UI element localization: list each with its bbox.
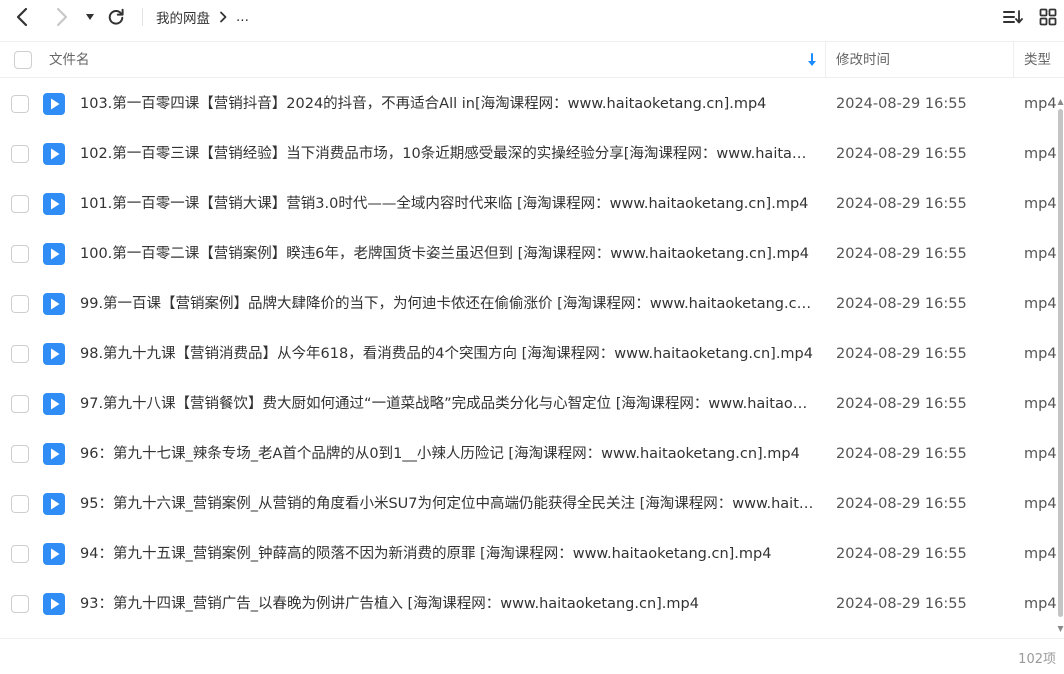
footer-divider xyxy=(0,638,1064,639)
file-row[interactable]: 98.第九十九课【营销消费品】从今年618，看消费品的4个突围方向 [海淘课程网… xyxy=(0,329,1058,379)
file-row[interactable]: 100.第一百零二课【营销案例】睽违6年，老牌国货卡姿兰虽迟但到 [海淘课程网：… xyxy=(0,229,1058,279)
file-type: mp4 xyxy=(1024,96,1057,112)
file-list: 103.第一百零四课【营销抖音】2024的抖音，不再适合All in[海淘课程网… xyxy=(0,79,1058,629)
file-type: mp4 xyxy=(1024,546,1057,562)
chevron-right-icon xyxy=(56,7,68,27)
file-name: 95：第九十六课_营销案例_从营销的角度看小米SU7为何定位中高端仍能获得全民关… xyxy=(80,496,815,512)
caret-down-icon xyxy=(86,14,94,20)
file-modified: 2024-08-29 16:55 xyxy=(836,346,967,362)
refresh-icon xyxy=(108,8,124,25)
file-modified: 2024-08-29 16:55 xyxy=(836,546,967,562)
file-type: mp4 xyxy=(1024,246,1057,262)
file-row[interactable]: 103.第一百零四课【营销抖音】2024的抖音，不再适合All in[海淘课程网… xyxy=(0,79,1058,129)
row-checkbox[interactable] xyxy=(11,495,29,513)
file-name: 97.第九十八课【营销餐饮】费大厨如何通过“一道菜战略”完成品类分化与心智定位 … xyxy=(80,396,815,412)
select-all-checkbox[interactable] xyxy=(14,51,32,69)
row-checkbox[interactable] xyxy=(11,195,29,213)
row-checkbox[interactable] xyxy=(11,295,29,313)
file-row[interactable]: 101.第一百零一课【营销大课】营销3.0时代——全域内容时代来临 [海淘课程网… xyxy=(0,179,1058,229)
chevron-left-icon xyxy=(16,7,28,27)
file-type: mp4 xyxy=(1024,196,1057,212)
file-row[interactable]: 102.第一百零三课【营销经验】当下消费品市场，10条近期感受最深的实操经验分享… xyxy=(0,129,1058,179)
column-header-modified[interactable]: 修改时间 xyxy=(836,42,890,78)
sort-list-icon xyxy=(1003,10,1023,24)
file-row[interactable]: 95：第九十六课_营销案例_从营销的角度看小米SU7为何定位中高端仍能获得全民关… xyxy=(0,479,1058,529)
breadcrumb: 我的网盘 ... xyxy=(156,0,249,34)
toolbar: 我的网盘 ... xyxy=(0,0,1064,34)
file-name: 98.第九十九课【营销消费品】从今年618，看消费品的4个突围方向 [海淘课程网… xyxy=(80,346,813,362)
file-modified: 2024-08-29 16:55 xyxy=(836,396,967,412)
file-modified: 2024-08-29 16:55 xyxy=(836,496,967,512)
file-name: 103.第一百零四课【营销抖音】2024的抖音，不再适合All in[海淘课程网… xyxy=(80,96,767,112)
vertical-scrollbar[interactable] xyxy=(1057,79,1064,639)
file-modified: 2024-08-29 16:55 xyxy=(836,196,967,212)
file-name: 94：第九十五课_营销案例_钟薛高的陨落不因为新消费的原罪 [海淘课程网：www… xyxy=(80,546,772,562)
file-type: mp4 xyxy=(1024,496,1057,512)
grid-view-icon xyxy=(1039,8,1057,26)
file-type: mp4 xyxy=(1024,446,1057,462)
file-modified: 2024-08-29 16:55 xyxy=(836,296,967,312)
scroll-down-arrow-icon[interactable] xyxy=(1057,625,1064,633)
sort-arrow-down-icon[interactable] xyxy=(805,52,819,68)
row-checkbox[interactable] xyxy=(11,245,29,263)
file-type: mp4 xyxy=(1024,296,1057,312)
file-name: 101.第一百零一课【营销大课】营销3.0时代——全域内容时代来临 [海淘课程网… xyxy=(80,196,809,212)
video-file-icon xyxy=(43,493,65,515)
toolbar-divider xyxy=(142,8,143,26)
file-name: 99.第一百课【营销案例】品牌大肆降价的当下，为何迪卡侬还在偷偷涨价 [海淘课程… xyxy=(80,296,815,312)
file-row[interactable]: 97.第九十八课【营销餐饮】费大厨如何通过“一道菜战略”完成品类分化与心智定位 … xyxy=(0,379,1058,429)
video-file-icon xyxy=(43,293,65,315)
row-checkbox[interactable] xyxy=(11,545,29,563)
file-row[interactable]: 99.第一百课【营销案例】品牌大肆降价的当下，为何迪卡侬还在偷偷涨价 [海淘课程… xyxy=(0,279,1058,329)
file-modified: 2024-08-29 16:55 xyxy=(836,446,967,462)
row-checkbox[interactable] xyxy=(11,145,29,163)
sort-button[interactable] xyxy=(1001,4,1025,30)
breadcrumb-root[interactable]: 我的网盘 xyxy=(156,7,210,27)
video-file-icon xyxy=(43,243,65,265)
file-row[interactable]: 96：第九十七课_辣条专场_老A首个品牌的从0到1__小辣人历险记 [海淘课程网… xyxy=(0,429,1058,479)
row-checkbox[interactable] xyxy=(11,445,29,463)
row-checkbox[interactable] xyxy=(11,395,29,413)
file-modified: 2024-08-29 16:55 xyxy=(836,246,967,262)
history-dropdown-button[interactable] xyxy=(82,4,98,30)
view-toggle-button[interactable] xyxy=(1036,4,1060,30)
column-divider[interactable] xyxy=(825,42,826,78)
file-name: 102.第一百零三课【营销经验】当下消费品市场，10条近期感受最深的实操经验分享… xyxy=(80,146,815,162)
refresh-button[interactable] xyxy=(104,4,128,30)
video-file-icon xyxy=(43,93,65,115)
file-row[interactable]: 93：第九十四课_营销广告_以春晚为例讲广告植入 [海淘课程网：www.hait… xyxy=(0,579,1058,629)
scroll-up-arrow-icon[interactable] xyxy=(1057,98,1064,106)
column-divider[interactable] xyxy=(1013,42,1014,78)
file-type: mp4 xyxy=(1024,146,1057,162)
file-type: mp4 xyxy=(1024,396,1057,412)
file-name: 96：第九十七课_辣条专场_老A首个品牌的从0到1__小辣人历险记 [海淘课程网… xyxy=(80,446,800,462)
video-file-icon xyxy=(43,343,65,365)
file-modified: 2024-08-29 16:55 xyxy=(836,596,967,612)
column-header: 文件名 修改时间 类型 xyxy=(0,42,1064,78)
file-name: 100.第一百零二课【营销案例】睽违6年，老牌国货卡姿兰虽迟但到 [海淘课程网：… xyxy=(80,246,810,262)
row-checkbox[interactable] xyxy=(11,95,29,113)
column-header-type[interactable]: 类型 xyxy=(1024,42,1051,78)
file-name: 93：第九十四课_营销广告_以春晚为例讲广告植入 [海淘课程网：www.hait… xyxy=(80,596,699,612)
item-count: 102项 xyxy=(1018,652,1056,667)
file-row[interactable]: 94：第九十五课_营销案例_钟薛高的陨落不因为新消费的原罪 [海淘课程网：www… xyxy=(0,529,1058,579)
column-header-name[interactable]: 文件名 xyxy=(49,42,90,78)
video-file-icon xyxy=(43,443,65,465)
row-checkbox[interactable] xyxy=(11,595,29,613)
video-file-icon xyxy=(43,543,65,565)
video-file-icon xyxy=(43,143,65,165)
video-file-icon xyxy=(43,393,65,415)
row-checkbox[interactable] xyxy=(11,345,29,363)
back-button[interactable] xyxy=(10,4,34,30)
scrollbar-thumb[interactable] xyxy=(1058,109,1063,617)
file-type: mp4 xyxy=(1024,346,1057,362)
file-modified: 2024-08-29 16:55 xyxy=(836,146,967,162)
video-file-icon xyxy=(43,193,65,215)
file-type: mp4 xyxy=(1024,596,1057,612)
forward-button[interactable] xyxy=(50,4,74,30)
chevron-right-icon xyxy=(219,11,227,23)
file-modified: 2024-08-29 16:55 xyxy=(836,96,967,112)
video-file-icon xyxy=(43,593,65,615)
breadcrumb-more[interactable]: ... xyxy=(236,9,249,25)
